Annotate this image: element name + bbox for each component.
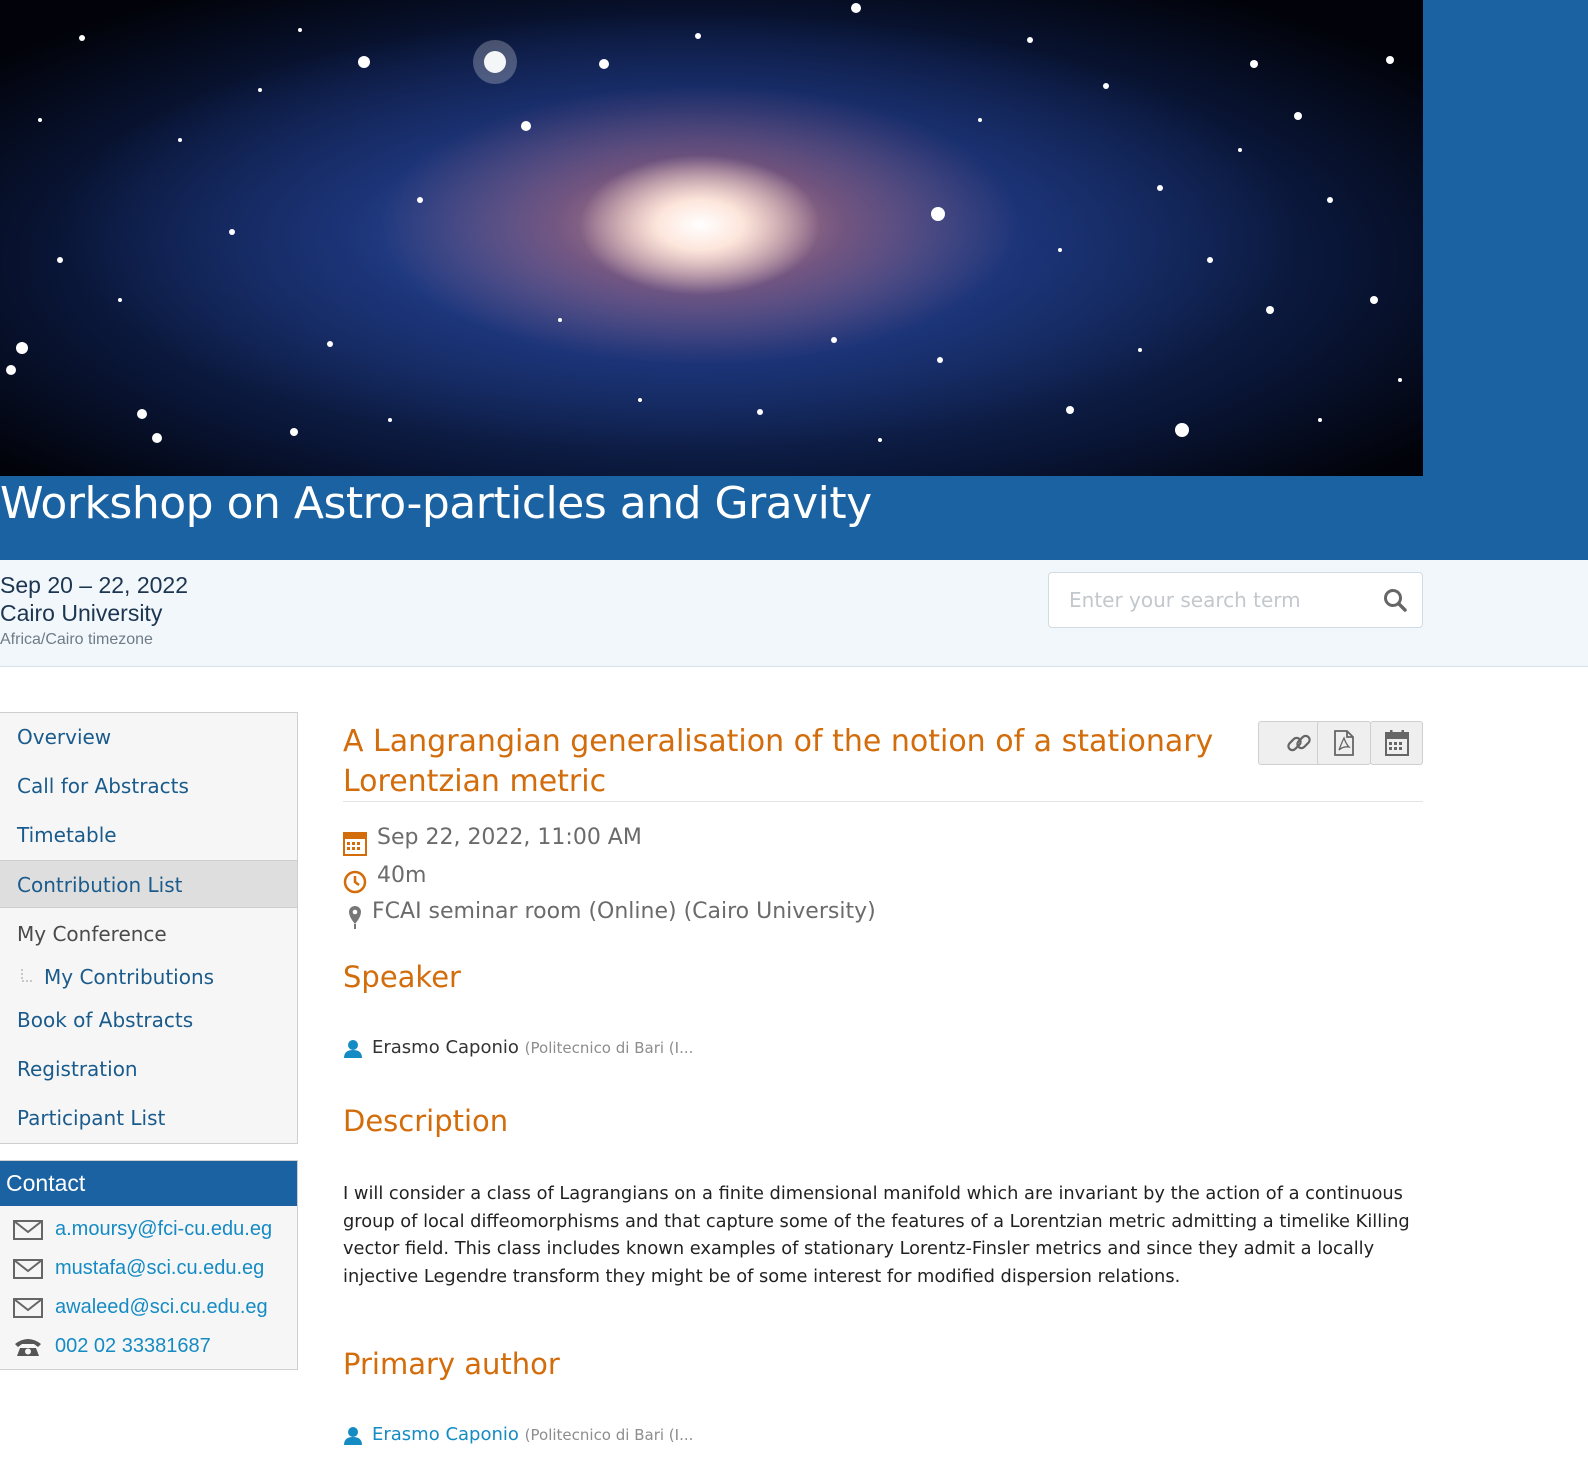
description-heading: Description	[343, 1104, 509, 1138]
speaker-affiliation: (Politecnico di Bari (I...	[524, 1039, 694, 1057]
calendar-icon	[1384, 730, 1409, 756]
banner-image[interactable]	[0, 0, 1423, 476]
event-title[interactable]: Workshop on Astro-particles and Gravity	[0, 476, 872, 532]
event-menu: Overview Call for Abstracts Timetable Co…	[0, 712, 298, 1144]
menu-item-registration[interactable]: Registration	[0, 1045, 297, 1093]
speaker-heading: Speaker	[343, 960, 461, 994]
envelope-icon	[13, 1298, 43, 1318]
contact-email-row: awaleed@sci.cu.edu.eg	[0, 1288, 297, 1326]
contribution-title-line: A Langrangian generalisation of the noti…	[343, 724, 1214, 759]
envelope-icon	[13, 1220, 43, 1240]
phone-icon	[15, 1339, 41, 1356]
search-icon[interactable]	[1382, 587, 1408, 613]
contact-heading: Contact	[0, 1161, 297, 1206]
clock-icon	[343, 870, 367, 894]
contact-email-link[interactable]: mustafa@sci.cu.edu.eg	[55, 1257, 264, 1280]
menu-item-timetable[interactable]: Timetable	[0, 811, 297, 859]
menu-item-label: My Contributions	[44, 965, 215, 989]
menu-item-my-conference[interactable]: My Conference	[0, 910, 297, 958]
banner-starfield	[6, 3, 1402, 443]
menu-item-book-of-abstracts[interactable]: Book of Abstracts	[0, 996, 297, 1044]
page: Workshop on Astro-particles and Gravity …	[0, 0, 1588, 1461]
event-header: Workshop on Astro-particles and Gravity	[0, 0, 1588, 560]
menu-item-participant-list[interactable]: Participant List	[0, 1094, 297, 1142]
contact-email-link[interactable]: a.moursy@fci-cu.edu.eg	[55, 1218, 272, 1241]
contact-email-row: mustafa@sci.cu.edu.eg	[0, 1249, 297, 1287]
primary-author-affiliation: (Politecnico di Bari (I...	[524, 1426, 694, 1444]
primary-author-name-wrapper: Erasmo Caponio (Politecnico di Bari (I..…	[372, 1424, 693, 1445]
menu-item-my-contributions[interactable]: My Contributions	[0, 953, 297, 1001]
contribution-location-text: FCAI seminar room (Online) (Cairo Univer…	[372, 899, 876, 924]
contact-email-row: a.moursy@fci-cu.edu.eg	[0, 1210, 297, 1248]
calendar-icon	[343, 832, 367, 856]
map-pin-icon	[349, 906, 361, 929]
primary-author-heading: Primary author	[343, 1347, 560, 1381]
contact-phone-link[interactable]: 002 02 33381687	[55, 1335, 211, 1358]
menu-item-call-for-abstracts[interactable]: Call for Abstracts	[0, 762, 297, 810]
contribution-title: A Langrangian generalisation of the noti…	[343, 722, 1223, 802]
contact-box: Contact a.moursy@fci-cu.edu.eg mustafa@s…	[0, 1160, 298, 1370]
title-divider	[343, 801, 1423, 802]
event-timezone: Africa/Cairo timezone	[0, 631, 153, 648]
user-icon	[344, 1427, 362, 1445]
speaker-name[interactable]: Erasmo Caponio	[372, 1037, 519, 1058]
contribution-datetime-text: Sep 22, 2022, 11:00 AM	[377, 825, 642, 850]
pdf-export-button[interactable]	[1317, 721, 1371, 765]
menu-item-contribution-list[interactable]: Contribution List	[0, 860, 297, 908]
search-box	[1048, 572, 1423, 628]
contribution-title-line: Lorentzian metric	[343, 764, 607, 799]
speaker-name-wrapper: Erasmo Caponio (Politecnico di Bari (I..…	[372, 1037, 693, 1058]
event-venue: Cairo University	[0, 600, 163, 626]
contact-email-link[interactable]: awaleed@sci.cu.edu.eg	[55, 1296, 268, 1319]
description-text: I will consider a class of Lagrangians o…	[343, 1183, 1410, 1287]
contribution-duration-text: 40m	[377, 863, 427, 888]
calendar-export-button[interactable]	[1370, 721, 1423, 765]
link-icon	[1287, 734, 1311, 752]
primary-author-name[interactable]: Erasmo Caponio	[372, 1424, 519, 1445]
event-info-bar: Sep 20 – 22, 2022 Cairo University Afric…	[0, 560, 1588, 667]
pdf-icon	[1334, 730, 1354, 756]
tree-branch-icon	[21, 969, 34, 982]
event-dates: Sep 20 – 22, 2022	[0, 572, 188, 598]
menu-item-overview[interactable]: Overview	[0, 713, 297, 761]
envelope-icon	[13, 1259, 43, 1279]
contact-phone-row: 002 02 33381687	[0, 1327, 297, 1365]
search-input[interactable]	[1069, 573, 1369, 627]
user-icon	[344, 1040, 362, 1058]
